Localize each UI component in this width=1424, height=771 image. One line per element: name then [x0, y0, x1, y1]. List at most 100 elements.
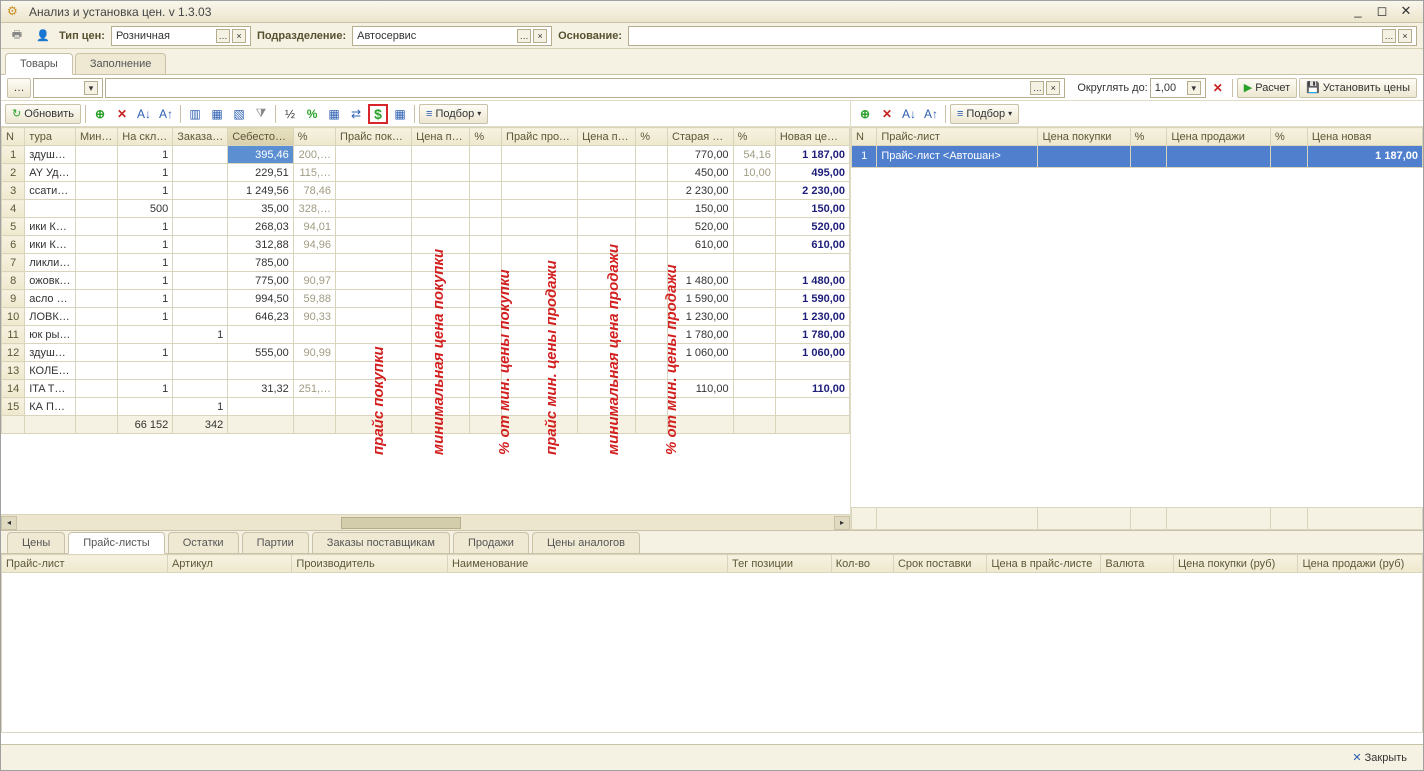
left-scrollbar[interactable]: ◂ ▸ [1, 514, 850, 530]
grid-apply-icon[interactable]: ⇄ [346, 104, 366, 124]
round-combo[interactable]: 1,00 ▾ [1150, 78, 1206, 98]
table-row[interactable]: 13КОЛЕ… [2, 362, 850, 380]
col-header[interactable]: Производитель [292, 555, 448, 573]
col-header[interactable]: Прайс поку… [336, 128, 412, 146]
col-header[interactable]: Старая ц… [668, 128, 734, 146]
table-row[interactable]: 6ики К…1312,8894,96610,00610,00 [2, 236, 850, 254]
col-header[interactable]: N [852, 128, 877, 146]
sort-asc-icon[interactable]: A↓ [134, 104, 154, 124]
select-button[interactable]: ≡ Подбор ▾ [419, 104, 488, 124]
col-header[interactable]: Цена покупки [1038, 128, 1130, 146]
col-header[interactable]: % [1270, 128, 1307, 146]
user-icon[interactable]: 👤 [33, 26, 53, 46]
select-button[interactable]: ≡ Подбор ▾ [950, 104, 1019, 124]
col-header[interactable]: Цена пр… [578, 128, 636, 146]
col-header[interactable]: Валюта [1101, 555, 1174, 573]
table-row[interactable]: 14ITA TO…131,32251,…110,00110,00 [2, 380, 850, 398]
col-header[interactable]: Цена в прайс-листе [987, 555, 1101, 573]
col-header[interactable]: Себестои… [228, 128, 294, 146]
col-header[interactable]: N [2, 128, 25, 146]
table-row[interactable]: 15КА ПР…1 [2, 398, 850, 416]
col-header[interactable]: % [1130, 128, 1167, 146]
col-header[interactable]: тура [25, 128, 76, 146]
tab-fill[interactable]: Заполнение [75, 53, 167, 74]
col-header[interactable]: На скла… [118, 128, 173, 146]
table-row[interactable]: 10ЛОВК…1646,2390,331 230,001 230,00 [2, 308, 850, 326]
add-button[interactable]: ⊕ [90, 104, 110, 124]
table-row[interactable]: 3ссати…11 249,5678,462 230,002 230,00 [2, 182, 850, 200]
ellipsis-button[interactable]: … [7, 78, 31, 98]
col-header[interactable]: Мин.о… [76, 128, 118, 146]
col-header[interactable]: Прайс-лист [877, 128, 1038, 146]
scroll-left-icon[interactable]: ◂ [1, 516, 17, 530]
col-header[interactable]: Прайс-лист [2, 555, 168, 573]
table-row[interactable]: 9асло т…1994,5059,881 590,001 590,00 [2, 290, 850, 308]
close-button[interactable]: ✕ [1395, 4, 1417, 20]
col-header[interactable]: Срок поставки [893, 555, 986, 573]
clear-icon[interactable]: × [1398, 29, 1412, 43]
col-header[interactable]: % [293, 128, 335, 146]
tab-prices[interactable]: Цены [7, 532, 65, 553]
print-icon[interactable]: 🖶 [7, 26, 27, 46]
dollar-icon[interactable]: $ [368, 104, 388, 124]
tab-orders[interactable]: Заказы поставщикам [312, 532, 450, 553]
tab-batches[interactable]: Партии [242, 532, 309, 553]
ellipsis-icon[interactable]: … [216, 29, 230, 43]
set-prices-button[interactable]: 💾 Установить цены [1299, 78, 1417, 98]
clear-icon[interactable]: × [1046, 81, 1060, 95]
table-row[interactable]: 12здуш…1555,0090,991 060,001 060,00 [2, 344, 850, 362]
grid-edit-icon[interactable]: ▦ [324, 104, 344, 124]
fraction-icon[interactable]: ½ [280, 104, 300, 124]
table-row[interactable]: 8ожовк…1775,0090,971 480,001 480,00 [2, 272, 850, 290]
tab-goods[interactable]: Товары [5, 53, 73, 75]
chevron-down-icon[interactable]: ▾ [1187, 81, 1201, 95]
col-header[interactable]: Прайс прод… [502, 128, 578, 146]
funnel-icon[interactable]: ⧩ [251, 104, 271, 124]
left-grid[interactable]: NтураМин.о…На скла…Заказа…Себестои…%Прай… [1, 127, 850, 514]
maximize-button[interactable]: ◻ [1371, 4, 1393, 20]
ellipsis-icon[interactable]: … [1030, 81, 1044, 95]
table-row[interactable]: 1здуш…1395,46200,…770,0054,161 187,00 [2, 146, 850, 164]
col-header[interactable]: Новая це… [775, 128, 849, 146]
table-row[interactable]: 450035,00328,…150,00150,00 [2, 200, 850, 218]
col-header[interactable]: Цена продажи [1167, 128, 1271, 146]
table-row[interactable]: 5ики К…1268,0394,01520,00520,00 [2, 218, 850, 236]
table-row[interactable]: 7ликли…1785,00 [2, 254, 850, 272]
subdivision-combo[interactable]: Автосервис … × [352, 26, 552, 46]
scroll-right-icon[interactable]: ▸ [834, 516, 850, 530]
add-button[interactable]: ⊕ [855, 104, 875, 124]
filter-input[interactable]: … × [105, 78, 1065, 98]
filter-col-icon[interactable]: ▥ [185, 104, 205, 124]
percent-icon[interactable]: % [302, 104, 322, 124]
table-row[interactable]: 11юк ры…11 780,001 780,00 [2, 326, 850, 344]
close-window-button[interactable]: ✕ Закрыть [1346, 748, 1413, 768]
ellipsis-icon[interactable]: … [1382, 29, 1396, 43]
col-header[interactable]: % [470, 128, 502, 146]
col-header[interactable]: Цена по… [412, 128, 470, 146]
col-header[interactable]: Наименование [447, 555, 727, 573]
scroll-thumb[interactable] [341, 517, 461, 529]
minimize-button[interactable]: _ [1347, 4, 1369, 20]
tab-analog[interactable]: Цены аналогов [532, 532, 640, 553]
filter-clear-icon[interactable]: ▧ [229, 104, 249, 124]
col-header[interactable]: Цена новая [1307, 128, 1422, 146]
refresh-button[interactable]: ↻ Обновить [5, 104, 81, 124]
tab-stock[interactable]: Остатки [168, 532, 239, 553]
col-header[interactable]: Артикул [167, 555, 291, 573]
tab-sales[interactable]: Продажи [453, 532, 529, 553]
basis-combo[interactable]: … × [628, 26, 1417, 46]
col-header[interactable]: Кол-во [831, 555, 893, 573]
chevron-down-icon[interactable]: ▾ [84, 81, 98, 95]
tab-pricelists[interactable]: Прайс-листы [68, 532, 164, 554]
sort-desc-icon[interactable]: A↑ [156, 104, 176, 124]
clear-icon[interactable]: × [533, 29, 547, 43]
col-header[interactable]: % [636, 128, 668, 146]
filter-combo-1[interactable]: ▾ [33, 78, 103, 98]
price-type-combo[interactable]: Розничная … × [111, 26, 251, 46]
col-header[interactable]: Цена продажи (руб) [1298, 555, 1423, 573]
clear-icon[interactable]: × [232, 29, 246, 43]
sort-desc-icon[interactable]: A↑ [921, 104, 941, 124]
col-header[interactable]: % [733, 128, 775, 146]
sort-asc-icon[interactable]: A↓ [899, 104, 919, 124]
delete-button[interactable]: ✕ [877, 104, 897, 124]
